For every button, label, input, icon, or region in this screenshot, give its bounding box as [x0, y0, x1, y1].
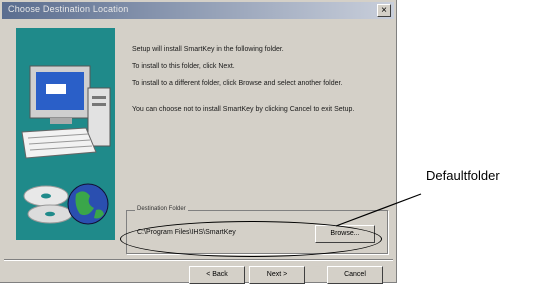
cancel-button[interactable]: Cancel — [327, 266, 383, 284]
default-folder-callout: Defaultfolder — [426, 168, 500, 183]
next-button[interactable]: Next > — [249, 266, 305, 284]
setup-illustration — [16, 28, 115, 240]
title-bar[interactable]: Choose Destination Location × — [2, 2, 394, 19]
close-button[interactable]: × — [377, 4, 391, 17]
cancel-note-text: You can choose not to install SmartKey b… — [132, 106, 355, 113]
destination-path: C:\Program Files\IHS\SmartKey — [137, 229, 236, 236]
intro-text: Setup will install SmartKey in the follo… — [132, 46, 284, 53]
instruction-next-text: To install to this folder, click Next. — [132, 63, 235, 70]
computer-and-disc-icon — [16, 28, 115, 240]
window-title: Choose Destination Location — [8, 4, 129, 14]
destination-folder-label: Destination Folder — [135, 206, 188, 212]
instruction-browse-text: To install to a different folder, click … — [132, 80, 343, 87]
back-button[interactable]: < Back — [189, 266, 245, 284]
destination-folder-group: Destination Folder C:\Program Files\IHS\… — [126, 206, 388, 254]
button-separator — [4, 259, 393, 261]
browse-button[interactable]: Browse... — [315, 225, 375, 243]
setup-dialog: Choose Destination Location × Setup will… — [0, 0, 397, 284]
